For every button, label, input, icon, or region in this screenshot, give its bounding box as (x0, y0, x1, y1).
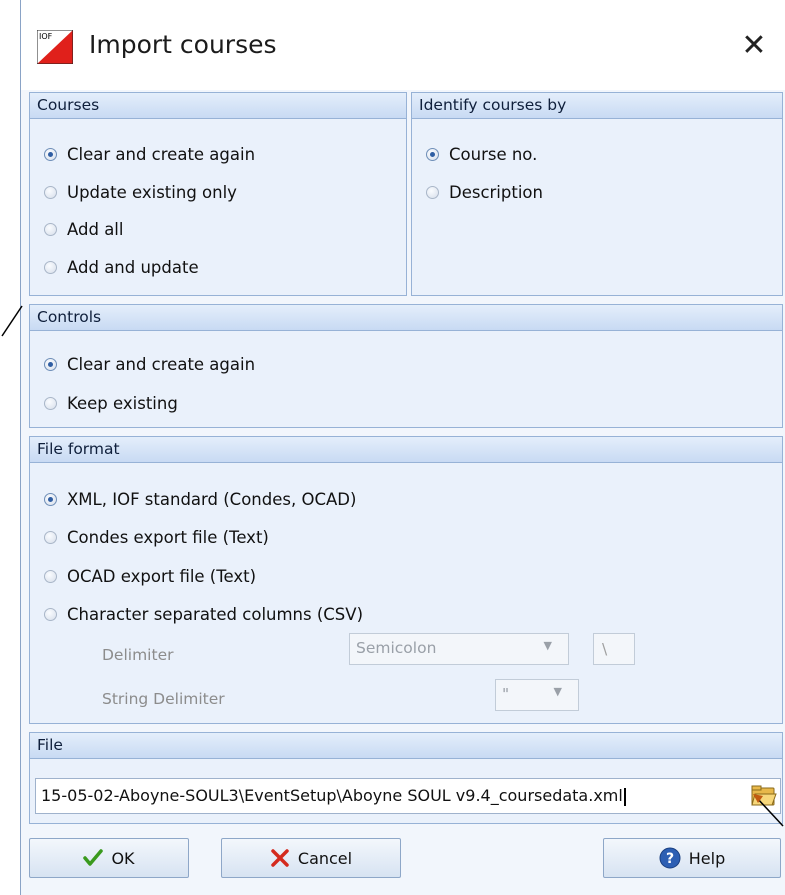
delimiter-char-input[interactable]: \ (593, 633, 635, 665)
radio-label: Clear and create again (67, 354, 256, 374)
chevron-down-icon: ▼ (543, 639, 552, 652)
file-group-header: File (30, 733, 782, 759)
annotation-line-left (1, 305, 23, 337)
identify-courses-group: Identify courses by Course no. Descripti… (411, 92, 783, 296)
radio-unchecked-icon (44, 185, 57, 199)
string-delimiter-value: " (502, 685, 510, 703)
radio-label: OCAD export file (Text) (67, 566, 257, 586)
help-label: Help (688, 848, 726, 868)
radio-unchecked-icon (44, 260, 57, 274)
format-option-xml[interactable]: XML, IOF standard (Condes, OCAD) (44, 484, 356, 514)
radio-label: Add all (67, 219, 124, 239)
radio-checked-icon (426, 147, 439, 161)
identify-option-description[interactable]: Description (426, 177, 543, 207)
courses-group-header: Courses (30, 93, 406, 119)
checkmark-icon (83, 849, 104, 866)
chevron-down-icon: ▼ (553, 685, 562, 698)
format-option-csv[interactable]: Character separated columns (CSV) (44, 599, 363, 629)
controls-option-clear-create[interactable]: Clear and create again (44, 349, 255, 379)
help-button[interactable]: ? Help (603, 838, 781, 878)
radio-checked-icon (44, 492, 57, 506)
radio-label: Character separated columns (CSV) (67, 604, 364, 624)
identify-option-course-no[interactable]: Course no. (426, 139, 537, 169)
controls-group-header: Controls (30, 305, 782, 331)
radio-label: Condes export file (Text) (67, 527, 269, 547)
file-path-input[interactable]: 15-05-02-Aboyne-SOUL3\EventSetup\Aboyne … (35, 778, 781, 814)
close-button[interactable]: ✕ (736, 28, 772, 64)
radio-checked-icon (44, 357, 57, 371)
radio-checked-icon (44, 147, 57, 161)
radio-label: Description (449, 182, 543, 202)
courses-option-clear-create[interactable]: Clear and create again (44, 139, 255, 169)
ok-label: OK (111, 848, 135, 868)
file-format-group-header: File format (30, 437, 782, 463)
radio-label: Update existing only (67, 182, 237, 202)
courses-group: Courses Clear and create again Update ex… (29, 92, 407, 296)
delimiter-label: Delimiter (102, 646, 174, 664)
svg-text:IOF: IOF (39, 32, 53, 41)
cancel-button[interactable]: Cancel (221, 838, 401, 878)
format-option-condes[interactable]: Condes export file (Text) (44, 522, 269, 552)
ok-button[interactable]: OK (29, 838, 189, 878)
radio-unchecked-icon (44, 569, 57, 583)
courses-option-update-existing[interactable]: Update existing only (44, 177, 237, 207)
radio-unchecked-icon (426, 185, 439, 199)
courses-option-add-update[interactable]: Add and update (44, 252, 199, 282)
cancel-label: Cancel (297, 848, 353, 868)
radio-label: XML, IOF standard (Condes, OCAD) (67, 489, 357, 509)
iof-logo-icon: IOF (37, 30, 73, 64)
controls-option-keep-existing[interactable]: Keep existing (44, 388, 178, 418)
help-icon: ? (659, 847, 681, 869)
red-x-icon (271, 849, 289, 867)
title-bar: IOF Import courses ✕ (21, 0, 785, 90)
file-format-group: File format XML, IOF standard (Condes, O… (29, 436, 783, 724)
dialog-title: Import courses (89, 30, 277, 59)
radio-unchecked-icon (44, 396, 57, 410)
radio-label: Clear and create again (67, 144, 256, 164)
identify-group-header: Identify courses by (412, 93, 782, 119)
radio-label: Keep existing (67, 393, 178, 413)
format-option-ocad[interactable]: OCAD export file (Text) (44, 561, 256, 591)
courses-option-add-all[interactable]: Add all (44, 214, 123, 244)
string-delimiter-select[interactable]: " ▼ (495, 679, 579, 711)
text-caret (623, 787, 626, 806)
radio-unchecked-icon (44, 530, 57, 544)
annotation-arrow-right (753, 794, 784, 827)
radio-label: Add and update (67, 257, 199, 277)
import-courses-dialog: IOF Import courses ✕ Courses Clear and c… (20, 0, 785, 895)
radio-unchecked-icon (44, 222, 57, 236)
close-icon: ✕ (741, 28, 767, 63)
file-path-text: 15-05-02-Aboyne-SOUL3\EventSetup\Aboyne … (41, 786, 626, 806)
controls-group: Controls Clear and create again Keep exi… (29, 304, 783, 428)
svg-text:?: ? (666, 851, 674, 867)
radio-label: Course no. (449, 144, 538, 164)
string-delimiter-label: String Delimiter (102, 690, 225, 708)
delimiter-value: Semicolon (356, 639, 437, 657)
delimiter-select[interactable]: Semicolon ▼ (349, 633, 569, 665)
radio-unchecked-icon (44, 607, 57, 621)
